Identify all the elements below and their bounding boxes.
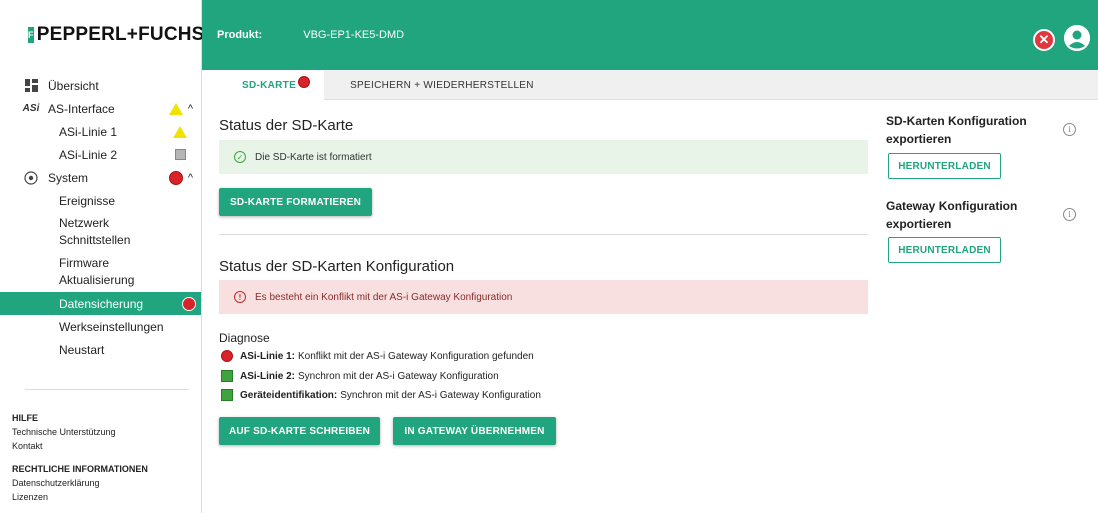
warning-icon xyxy=(168,102,183,115)
sidebar-item-label: Netzwerk Schnittstellen xyxy=(59,216,131,247)
sidebar-item-label: ASi-Linie 1 xyxy=(59,124,118,139)
tab-label: SPEICHERN + WIEDERHERSTELLEN xyxy=(350,79,534,91)
sidebar-item-asi-line-2[interactable]: ASi-Linie 2 xyxy=(0,143,201,166)
sidebar-item-restart[interactable]: Neustart xyxy=(0,338,201,361)
sidebar-item-label: ASi-Linie 2 xyxy=(59,147,118,162)
format-sd-button[interactable]: SD-KARTE FORMATIEREN xyxy=(219,188,372,216)
section-divider xyxy=(219,234,868,235)
sidebar-item-label: AS-Interface xyxy=(48,101,115,116)
contact-link[interactable]: Kontakt xyxy=(12,439,148,453)
sidebar-item-label: System xyxy=(48,170,89,185)
sd-status-message: Die SD-Karte ist formatiert xyxy=(255,151,372,163)
sidebar-item-as-interface[interactable]: ASi AS-Interface ^ xyxy=(0,97,201,120)
info-icon[interactable]: i xyxy=(1063,208,1076,221)
gateway-export-download-button[interactable]: HERUNTERLADEN xyxy=(888,237,1001,263)
user-account-icon[interactable] xyxy=(1064,25,1090,51)
help-heading: HILFE xyxy=(12,413,38,423)
sidebar-item-label: Übersicht xyxy=(48,78,99,93)
error-status-icon xyxy=(221,350,233,362)
sidebar-item-factory-reset[interactable]: Werkseinstellungen xyxy=(0,315,201,338)
licenses-link[interactable]: Lizenzen xyxy=(12,490,148,504)
diag-text: Synchron mit der AS-i Gateway Konfigurat… xyxy=(298,370,499,382)
brand-logo[interactable]: F PEPPERL+FUCHS xyxy=(0,0,204,70)
status-gray-icon xyxy=(175,149,186,160)
gateway-export-title: Gateway Konfiguration exportieren xyxy=(886,199,1018,231)
sidebar: F PEPPERL+FUCHS Übersicht ASi AS-Interfa… xyxy=(0,0,204,513)
sidebar-item-label: Datensicherung xyxy=(59,296,144,311)
main-content: Status der SD-Karte ✓ Die SD-Karte ist f… xyxy=(202,100,1098,513)
sidebar-nav: Übersicht ASi AS-Interface ^ ASi-Linie 1… xyxy=(0,74,201,361)
sidebar-item-label: Firmware Aktualisierung xyxy=(59,256,135,287)
apply-gateway-button[interactable]: IN GATEWAY ÜBERNEHMEN xyxy=(393,417,556,445)
error-circle-icon: ! xyxy=(234,291,246,303)
error-status-icon xyxy=(168,170,183,185)
diag-name: ASi-Linie 1: xyxy=(240,350,296,362)
sd-status-title: Status der SD-Karte xyxy=(219,117,354,134)
sidebar-footer: HILFE Technische Unterstützung Kontakt R… xyxy=(12,411,148,504)
tab-sd-card[interactable]: SD-KARTE xyxy=(202,70,325,100)
product-label: Produkt: xyxy=(217,29,263,41)
logo-text: PEPPERL+FUCHS xyxy=(36,24,205,45)
header-bar: Produkt: VBG-EP1-KE5-DMD ✕ xyxy=(202,0,1098,70)
sidebar-item-overview[interactable]: Übersicht xyxy=(0,74,201,97)
tab-bar: SD-KARTE SPEICHERN + WIEDERHERSTELLEN xyxy=(202,70,1098,100)
config-conflict-alert: ! Es besteht ein Konflikt mit der AS-i G… xyxy=(219,280,868,314)
diag-name: ASi-Linie 2: xyxy=(240,370,296,382)
sidebar-divider xyxy=(25,389,189,390)
ok-status-icon xyxy=(221,389,233,401)
diag-text: Konflikt mit der AS-i Gateway Konfigurat… xyxy=(298,350,534,362)
tab-label: SD-KARTE xyxy=(242,79,297,91)
sidebar-item-label: Werkseinstellungen xyxy=(59,319,164,334)
support-link[interactable]: Technische Unterstützung xyxy=(12,425,148,439)
warning-icon xyxy=(173,125,187,138)
product-value: VBG-EP1-KE5-DMD xyxy=(303,29,405,41)
check-circle-icon: ✓ xyxy=(234,151,246,163)
ok-status-icon xyxy=(221,370,233,382)
asi-logo-icon: ASi xyxy=(22,103,40,114)
privacy-link[interactable]: Datenschutzerklärung xyxy=(12,476,148,490)
logo-mark-icon: F xyxy=(28,27,34,43)
diag-row: ASi-Linie 2: Synchron mit der AS-i Gatew… xyxy=(221,370,499,382)
sidebar-item-backup[interactable]: Datensicherung xyxy=(0,292,201,315)
chevron-up-icon[interactable]: ^ xyxy=(188,103,193,115)
config-status-title: Status der SD-Karten Konfiguration xyxy=(219,258,455,275)
sd-export-title: SD-Karten Konfiguration exportieren xyxy=(886,114,1027,146)
diag-row: Geräteidentifikation: Synchron mit der A… xyxy=(221,389,541,401)
info-icon[interactable]: i xyxy=(1063,123,1076,136)
diag-row: ASi-Linie 1: Konflikt mit der AS-i Gatew… xyxy=(221,350,534,362)
sidebar-item-events[interactable]: Ereignisse xyxy=(0,189,201,212)
sidebar-item-system[interactable]: System ^ xyxy=(0,166,201,189)
error-status-icon xyxy=(298,76,311,88)
sd-export-download-button[interactable]: HERUNTERLADEN xyxy=(888,153,1001,179)
sidebar-item-asi-line-1[interactable]: ASi-Linie 1 xyxy=(0,120,201,143)
tab-save-restore[interactable]: SPEICHERN + WIEDERHERSTELLEN xyxy=(324,70,560,100)
sd-status-alert: ✓ Die SD-Karte ist formatiert xyxy=(219,140,868,174)
diag-name: Geräteidentifikation: xyxy=(240,389,338,401)
sidebar-item-label: Neustart xyxy=(59,342,105,357)
diag-text: Synchron mit der AS-i Gateway Konfigurat… xyxy=(340,389,541,401)
diagnosis-title: Diagnose xyxy=(219,331,270,345)
dashboard-icon xyxy=(24,79,38,93)
chevron-up-icon[interactable]: ^ xyxy=(188,172,193,184)
sidebar-item-label: Ereignisse xyxy=(59,193,116,208)
write-sd-button[interactable]: AUF SD-KARTE SCHREIBEN xyxy=(219,417,380,445)
system-icon xyxy=(24,170,38,185)
sidebar-item-network[interactable]: Netzwerk Schnittstellen xyxy=(0,212,201,252)
legal-heading: RECHTLICHE INFORMATIONEN xyxy=(12,464,148,474)
sidebar-item-firmware[interactable]: Firmware Aktualisierung xyxy=(0,252,201,292)
config-conflict-message: Es besteht ein Konflikt mit der AS-i Gat… xyxy=(255,291,513,303)
close-icon[interactable]: ✕ xyxy=(1033,29,1055,51)
error-status-icon xyxy=(182,296,196,311)
